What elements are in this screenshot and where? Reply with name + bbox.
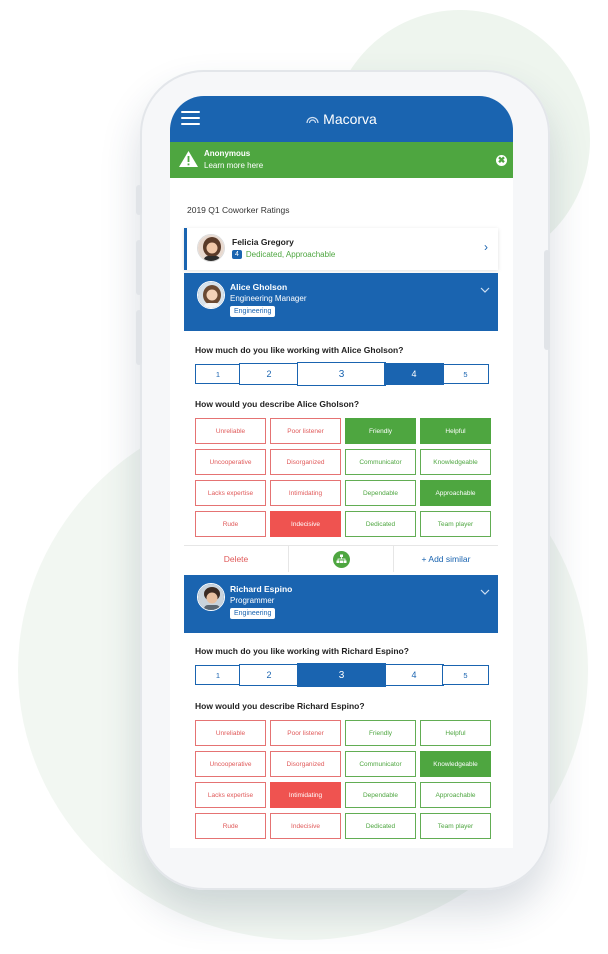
chevron-down-icon[interactable] — [480, 287, 490, 293]
trait-tag[interactable]: Disorganized — [270, 751, 341, 777]
trait-tag-grid: Unreliable Poor listener Friendly Helpful Un… — [195, 720, 491, 839]
rating-option[interactable]: 5 — [442, 665, 489, 685]
add-similar-button[interactable]: + Add similar — [394, 546, 498, 572]
anonymous-banner[interactable]: Anonymous Learn more here ✖ — [170, 142, 513, 178]
trait-tag[interactable]: Disorganized — [270, 449, 341, 475]
delete-button[interactable]: Delete — [184, 546, 289, 572]
trait-tag[interactable]: Communicator — [345, 449, 416, 475]
banner-title: Anonymous — [204, 149, 251, 158]
trait-tag[interactable]: Knowledgeable — [420, 449, 491, 475]
phone-screen: Macorva Anonymous Learn more here ✖ 2019… — [170, 96, 513, 848]
trait-tag[interactable]: Poor listener — [270, 418, 341, 444]
coworker-name: Richard Espino — [230, 584, 293, 594]
trait-tag[interactable]: Dedicated — [345, 511, 416, 537]
trait-tag[interactable]: Friendly — [345, 720, 416, 746]
warning-triangle-icon — [179, 151, 198, 167]
trait-tag[interactable]: Team player — [420, 813, 491, 839]
rating-scale: 12345 — [195, 362, 489, 386]
org-chart-icon — [332, 550, 350, 568]
rating-option[interactable]: 4 — [384, 664, 444, 686]
trait-tag[interactable]: Lacks expertise — [195, 782, 266, 808]
hamburger-menu-icon[interactable] — [181, 111, 200, 126]
trait-tag[interactable]: Intimidating — [270, 782, 341, 808]
trait-tag[interactable]: Helpful — [420, 418, 491, 444]
trait-tag[interactable]: Intimidating — [270, 480, 341, 506]
coworker-summary: 4 Dedicated, Approachable — [232, 250, 335, 259]
trait-tag[interactable]: Unreliable — [195, 418, 266, 444]
trait-tag[interactable]: Lacks expertise — [195, 480, 266, 506]
card-actions: Delete + Add similar — [184, 545, 498, 572]
trait-tag[interactable]: Poor listener — [270, 720, 341, 746]
avatar — [197, 234, 225, 262]
trait-tag[interactable]: Helpful — [420, 720, 491, 746]
coworker-header-alice[interactable]: Alice Gholson Engineering Manager Engine… — [184, 273, 498, 331]
coworker-role: Engineering Manager — [230, 294, 307, 303]
phone-button-mute — [136, 185, 142, 215]
trait-tag[interactable]: Knowledgeable — [420, 751, 491, 777]
trait-tag[interactable]: Indecisive — [270, 813, 341, 839]
rating-option[interactable]: 2 — [239, 363, 299, 385]
close-icon[interactable]: ✖ — [496, 155, 507, 166]
rating-option[interactable]: 5 — [442, 364, 489, 384]
rating-option[interactable]: 1 — [195, 364, 241, 384]
question-like: How much do you like working with Richar… — [195, 646, 409, 656]
rating-scale: 12345 — [195, 663, 489, 687]
rating-option[interactable]: 4 — [384, 363, 444, 385]
app-header: Macorva — [170, 96, 513, 142]
trait-tag[interactable]: Rude — [195, 511, 266, 537]
trait-summary: Dedicated, Approachable — [245, 250, 336, 259]
rating-option[interactable]: 1 — [195, 665, 241, 685]
trait-tag[interactable]: Team player — [420, 511, 491, 537]
phone-button-power — [544, 250, 550, 350]
trait-tag[interactable]: Unreliable — [195, 720, 266, 746]
coworker-card-collapsed[interactable]: Felicia Gregory 4 Dedicated, Approachabl… — [184, 228, 498, 270]
trait-tag[interactable]: Uncooperative — [195, 751, 266, 777]
rating-option[interactable]: 2 — [239, 664, 299, 686]
question-like: How much do you like working with Alice … — [195, 345, 404, 355]
trait-tag[interactable]: Friendly — [345, 418, 416, 444]
avatar — [197, 583, 225, 611]
rating-option[interactable]: 3 — [297, 663, 386, 687]
chevron-down-icon[interactable] — [480, 589, 490, 595]
question-describe: How would you describe Richard Espino? — [195, 701, 365, 711]
count-badge: 4 — [232, 250, 242, 259]
coworker-role: Programmer — [230, 596, 275, 605]
trait-tag[interactable]: Dependable — [345, 480, 416, 506]
avatar — [197, 281, 225, 309]
brand-name: Macorva — [323, 111, 377, 127]
coworker-name: Alice Gholson — [230, 282, 288, 292]
question-describe: How would you describe Alice Gholson? — [195, 399, 360, 409]
learn-more-link[interactable]: Learn more here — [204, 161, 263, 170]
marketing-stage: Macorva Anonymous Learn more here ✖ 2019… — [0, 0, 608, 954]
coworker-name: Felicia Gregory — [232, 237, 294, 247]
org-chart-button[interactable] — [289, 546, 394, 572]
phone-button-volume-down — [136, 310, 142, 365]
macorva-logo-icon — [306, 116, 319, 124]
trait-tag[interactable]: Rude — [195, 813, 266, 839]
trait-tag[interactable]: Communicator — [345, 751, 416, 777]
trait-tag[interactable]: Approachable — [420, 480, 491, 506]
department-badge: Engineering — [230, 608, 276, 619]
trait-tag[interactable]: Dedicated — [345, 813, 416, 839]
trait-tag[interactable]: Approachable — [420, 782, 491, 808]
department-badge: Engineering — [230, 306, 276, 317]
chevron-right-icon[interactable]: › — [484, 240, 488, 254]
trait-tag-grid: Unreliable Poor listener Friendly Helpful Un… — [195, 418, 491, 537]
brand: Macorva — [306, 111, 377, 127]
rating-option[interactable]: 3 — [297, 362, 386, 386]
trait-tag[interactable]: Uncooperative — [195, 449, 266, 475]
trait-tag[interactable]: Indecisive — [270, 511, 341, 537]
phone-button-volume-up — [136, 240, 142, 295]
section-title: 2019 Q1 Coworker Ratings — [187, 205, 290, 215]
coworker-header-richard[interactable]: Richard Espino Programmer Engineering — [184, 575, 498, 633]
trait-tag[interactable]: Dependable — [345, 782, 416, 808]
